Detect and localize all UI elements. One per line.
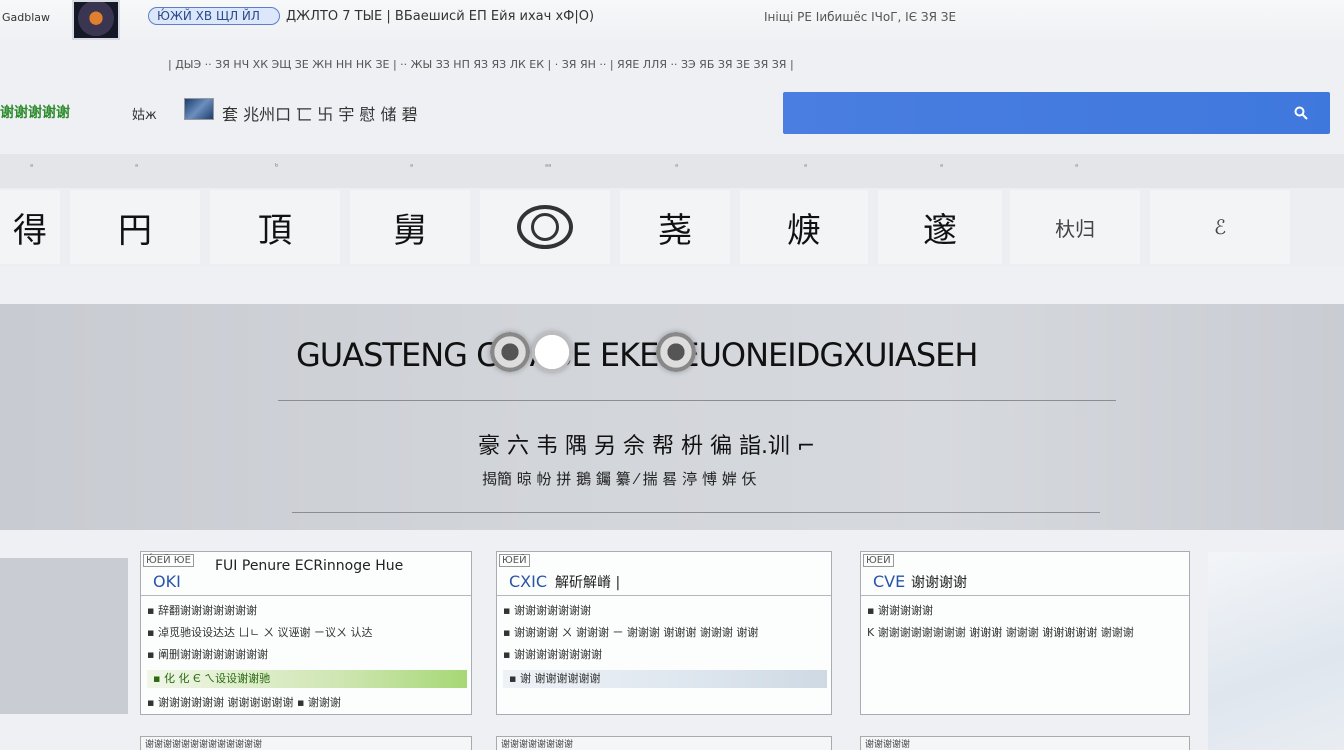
card-tag: ЮЕЙ — [499, 554, 530, 567]
card-line[interactable]: ▪ 谢谢谢谢 ㄨ 谢谢谢 ㄧ 谢谢谢 谢谢谢 谢谢谢 谢谢 — [503, 624, 827, 640]
card-line[interactable]: ▪ 谢谢谢谢谢 — [867, 602, 1185, 618]
category-label: ᵇ — [275, 162, 279, 171]
card-line[interactable]: ▪ 谢谢谢谢谢谢谢谢 — [503, 646, 827, 662]
card-code: OKI — [153, 572, 181, 591]
bottom-tab[interactable]: 谢谢谢谢谢谢谢谢谢谢谢谢谢 — [140, 736, 472, 750]
category-glyph-icon: 荛 — [658, 210, 692, 251]
category-tile[interactable]: 頂 — [210, 190, 340, 264]
category-label: ᵃ — [135, 162, 139, 171]
category-tile[interactable]: 円 — [70, 190, 200, 264]
card-line-highlight[interactable]: ▪ 谢 谢谢谢谢谢谢 — [503, 670, 827, 688]
category-label: ᵃᵃ — [545, 162, 552, 171]
category-label: ᵃ — [940, 162, 944, 171]
card-title[interactable]: 解斫解嵴 | — [555, 572, 620, 592]
feature-card[interactable]: ЮЕЙ CXIC 解斫解嵴 | ▪ 谢谢谢谢谢谢谢 ▪ 谢谢谢谢 ㄨ 谢谢谢 ㄧ… — [496, 551, 832, 715]
bottom-tabs: 谢谢谢谢谢谢谢谢谢谢谢谢谢 谢谢谢谢谢谢谢谢 谢谢谢谢谢 — [0, 736, 1344, 750]
hero-subtitle: 豪 六 韦 隅 另 佘 帮 枡 徧 詣.训 ⌐ — [478, 434, 816, 459]
category-tile[interactable]: 邃 — [878, 190, 1002, 264]
card-footer: ▪ 谢谢谢谢谢谢 谢谢谢谢谢谢 ▪ 谢谢谢 — [147, 696, 341, 709]
hero-divider — [278, 400, 1116, 401]
card-line[interactable]: ▪ 谢谢谢谢谢谢谢 — [503, 602, 827, 618]
category-tile[interactable]: 杕归 — [1010, 190, 1140, 264]
hero-title: GUASTENG CH ABE EKEBEUONEIDGXUIASEH — [296, 336, 978, 374]
secondary-link-row[interactable]: | ДЫЭ ·· ЗЯ НЧ ХК ЭЩ ЗЕ ЖН НН НК ЗЕ | ··… — [168, 58, 928, 74]
category-tile[interactable]: 舅 — [350, 190, 470, 264]
category-glyph-icon: 焿 — [787, 210, 821, 251]
category-label: ᵃ — [675, 162, 679, 171]
category-icons: 得 円 頂 舅 荛 焿 邃 杕归 ℰ — [0, 188, 1344, 266]
hero-divider — [292, 512, 1100, 513]
category-labels: ᵃ ᵃ ᵇ ᵃ ᵃᵃ ᵃ ᵃ ᵃ ᵃ — [0, 154, 1344, 188]
category-tile[interactable]: 荛 — [620, 190, 730, 264]
category-glyph-icon: 舅 — [393, 210, 427, 251]
category-glyph-icon: 頂 — [258, 210, 292, 251]
brand-tag: 姑ж — [132, 108, 157, 123]
site-name[interactable]: Gadblaw — [2, 11, 50, 24]
decorative-panel — [1208, 552, 1344, 750]
category-tile[interactable]: ℰ — [1150, 190, 1290, 264]
search-input[interactable] — [791, 100, 1271, 126]
brand-row: 谢谢谢谢谢 姑ж 套 兆州口 匸 卐 宇 慰 储 碧 — [0, 96, 780, 130]
card-line[interactable]: ▪ 辞翻谢谢谢谢谢谢谢 — [147, 602, 467, 618]
category-glyph-icon: 杕归 — [1055, 216, 1095, 241]
nav-pill-link[interactable]: Ю́ЖЙ ХВ ЩЛ ЙЛ — [148, 7, 280, 25]
card-code: CVE — [873, 572, 906, 591]
category-label: ᵃ — [1075, 162, 1079, 171]
card-line[interactable]: ▪ 阐删谢谢谢谢谢谢谢谢 — [147, 646, 467, 662]
hero-banner: GUASTENG CH ABE EKEBEUONEIDGXUIASEH 豪 六 … — [0, 304, 1344, 530]
category-glyph-icon: ℰ — [1213, 215, 1227, 239]
category-tile[interactable]: 焿 — [740, 190, 868, 264]
search-button[interactable] — [1288, 100, 1314, 126]
top-nav-links[interactable]: ДЖЛТО 7 ТЫЕ | ВБаешисй ЕП Ейя ихач хФ|О) — [286, 9, 594, 24]
hero-orb-icon — [532, 332, 572, 372]
category-label: ᵃ — [804, 162, 808, 171]
card-line[interactable]: ▪ 淖觅驰设设达达 ㄩㄴ ㄨ 议诬谢 ㄧ议ㄨ 认达 — [147, 624, 467, 640]
feature-card[interactable]: Ю́ЕЙ ЮЕ OKI FUI Penure ECRinnoge Hue ▪ 辞… — [140, 551, 472, 715]
card-title[interactable]: 谢谢谢谢 — [911, 572, 967, 592]
category-glyph-icon: 得 — [13, 210, 47, 251]
brand-name[interactable]: 谢谢谢谢谢 — [0, 102, 70, 122]
top-nav-right-links[interactable]: Ініщі РЕ Іибишёс ІЧоГ, ІЄ ЗЯ ЗЕ — [764, 10, 956, 24]
bottom-tab[interactable]: 谢谢谢谢谢 — [860, 736, 1190, 750]
card-tag: ЮЕЙ — [863, 554, 894, 567]
bottom-tab[interactable]: 谢谢谢谢谢谢谢谢 — [496, 736, 832, 750]
hero-subtitle-secondary: 揭簡 晾 帉 拼 鵝 钃 纂 ⁄ 揣 晷 渟 愽 婩 仸 — [482, 470, 757, 488]
search-bar — [783, 92, 1330, 134]
avatar[interactable] — [72, 0, 120, 40]
category-glyph-icon: 邃 — [923, 210, 957, 251]
card-line-highlight[interactable]: ▪ 化 化 Є ㄟ设设谢谢驰 — [147, 670, 467, 688]
hero-orb-icon — [490, 332, 530, 372]
card-line[interactable]: K 谢谢谢谢谢谢谢谢 谢谢谢 谢谢谢 谢谢谢谢谢 谢谢谢 — [867, 624, 1185, 640]
category-label: ᵃ — [410, 162, 414, 171]
category-glyph-icon: 円 — [118, 210, 152, 251]
top-bar: Gadblaw Ю́ЖЙ ХВ ЩЛ ЙЛ ДЖЛТО 7 ТЫЕ | ВБае… — [0, 0, 1344, 44]
category-label: ᵃ — [30, 162, 34, 171]
search-icon — [1294, 106, 1308, 120]
card-tag: Ю́ЕЙ ЮЕ — [143, 554, 194, 567]
category-tile[interactable]: 得 — [0, 190, 60, 264]
brand-logo[interactable] — [184, 98, 214, 120]
category-ring-icon — [517, 205, 573, 249]
left-panel — [0, 558, 128, 714]
brand-slogan: 套 兆州口 匸 卐 宇 慰 储 碧 — [222, 105, 418, 124]
card-header — [497, 552, 831, 596]
category-tile[interactable] — [480, 190, 610, 264]
feature-card[interactable]: ЮЕЙ CVE 谢谢谢谢 ▪ 谢谢谢谢谢 K 谢谢谢谢谢谢谢谢 谢谢谢 谢谢谢 … — [860, 551, 1190, 715]
card-code: CXIC — [509, 572, 548, 591]
card-title[interactable]: FUI Penure ECRinnoge Hue — [215, 558, 403, 574]
hero-orb-icon — [656, 332, 696, 372]
